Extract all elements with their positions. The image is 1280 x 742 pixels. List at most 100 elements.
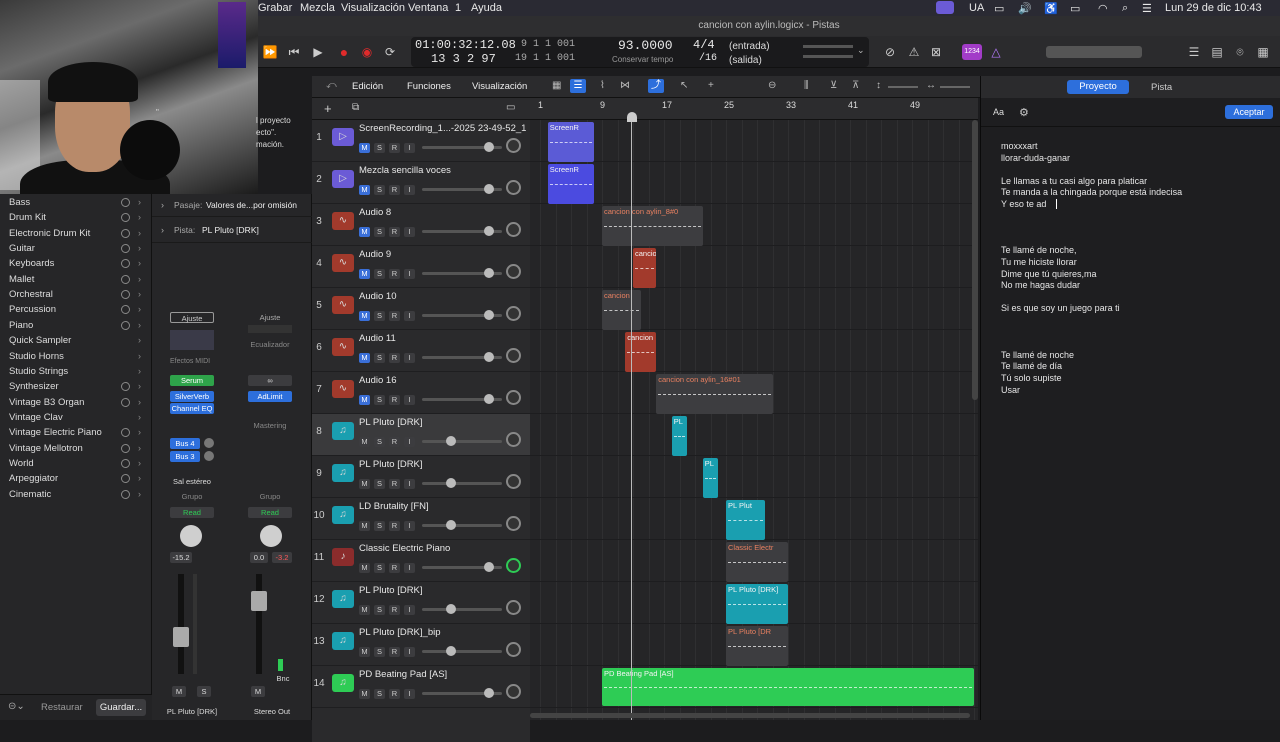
download-icon[interactable] <box>121 489 130 499</box>
library-item[interactable]: Synthesizer › <box>9 379 141 394</box>
pan-knob[interactable] <box>506 180 521 195</box>
volume-knob[interactable] <box>446 520 456 530</box>
volume-knob[interactable] <box>484 184 494 194</box>
download-icon[interactable] <box>121 443 130 453</box>
record-enable-button[interactable]: R <box>389 185 400 195</box>
tab-track[interactable]: Pista <box>1151 82 1172 93</box>
pan-knob[interactable] <box>506 600 521 615</box>
tab-project[interactable]: Proyecto <box>1067 80 1129 94</box>
mute-button[interactable]: M <box>359 605 370 615</box>
library-item[interactable]: Keyboards › <box>9 256 141 271</box>
region[interactable]: cancion con aylin_16#01 <box>656 374 773 414</box>
track-name[interactable]: ScreenRecording_1...-2025 23-49-52_1 <box>359 123 526 134</box>
ch1-setting-button[interactable]: Ajuste <box>170 312 214 323</box>
notes-icon[interactable]: ▤ <box>1209 44 1225 60</box>
ch1-plugin-slot-1[interactable]: SilverVerb <box>170 391 214 402</box>
flex-icon[interactable]: ⋈ <box>620 80 630 91</box>
duplicate-track-icon[interactable]: ⧉ <box>352 102 359 113</box>
record-enable-button[interactable]: R <box>389 353 400 363</box>
lcd-signature[interactable]: 4/4 <box>693 38 715 52</box>
library-item[interactable]: Mallet › <box>9 272 141 287</box>
track-type-icon[interactable]: ∿ <box>332 254 354 272</box>
pan-knob[interactable] <box>506 558 521 573</box>
track-type-icon[interactable]: ∿ <box>332 212 354 230</box>
volume-slider[interactable] <box>422 604 502 614</box>
browser-icon[interactable]: ▦ <box>1255 44 1271 60</box>
pan-knob[interactable] <box>506 306 521 321</box>
replace-icon[interactable]: ⊠ <box>928 44 944 60</box>
solo-button[interactable]: S <box>374 311 385 321</box>
track-value[interactable]: PL Pluto [DRK] <box>202 225 259 235</box>
track-name[interactable]: PL Pluto [DRK] <box>359 585 423 596</box>
master-volume-slider[interactable] <box>1046 46 1142 58</box>
input-monitor-button[interactable]: I <box>404 437 415 447</box>
record-enable-button[interactable]: R <box>389 689 400 699</box>
mute-button[interactable]: M <box>359 311 370 321</box>
solo-button[interactable]: S <box>374 605 385 615</box>
volume-knob[interactable] <box>484 352 494 362</box>
input-monitor-button[interactable]: I <box>404 689 415 699</box>
pan-knob[interactable] <box>506 474 521 489</box>
save-button[interactable]: Guardar... <box>96 699 146 716</box>
track-type-icon[interactable]: ♫ <box>332 506 354 524</box>
height-icon[interactable]: ↕ <box>876 80 881 91</box>
volume-knob[interactable] <box>484 394 494 404</box>
track-header[interactable]: 4 ∿ Audio 9 MSRI <box>312 246 530 288</box>
volume-icon[interactable]: 🔊 <box>1018 2 1032 15</box>
track-name[interactable]: PL Pluto [DRK] <box>359 459 423 470</box>
library-item[interactable]: Vintage B3 Organ › <box>9 395 141 410</box>
track-header[interactable]: 6 ∿ Audio 11 M S R I <box>312 330 530 372</box>
input-monitor-button[interactable]: I <box>404 521 415 531</box>
solo-mode-icon[interactable]: ⚠ <box>906 44 922 60</box>
download-icon[interactable] <box>121 382 130 392</box>
track-header[interactable]: 5 ∿ Audio 10 M S R I <box>312 288 530 330</box>
volume-slider[interactable] <box>422 562 502 572</box>
download-icon[interactable] <box>121 428 130 438</box>
solo-button[interactable]: S <box>374 521 385 531</box>
mute-button[interactable]: M <box>359 563 370 573</box>
catch-icon[interactable]: ⤴ <box>648 79 664 93</box>
menu-grabar[interactable]: Grabar <box>258 2 292 14</box>
display-icon[interactable]: ▭ <box>994 2 1004 15</box>
pan-knob[interactable] <box>506 516 521 531</box>
send-knob-icon[interactable] <box>204 451 214 461</box>
solo-button[interactable]: S <box>374 647 385 657</box>
wifi-icon[interactable]: ◠ <box>1098 2 1108 15</box>
region[interactable]: PD Beating Pad [AS] <box>602 668 974 706</box>
input-monitor-button[interactable]: I <box>404 227 415 237</box>
vertical-scrollbar[interactable] <box>972 120 978 400</box>
input-monitor-button[interactable]: I <box>404 143 415 153</box>
height-slider[interactable] <box>888 86 918 88</box>
ch1-plugin-slot-2[interactable]: Channel EQ <box>170 403 214 414</box>
cycle-icon[interactable]: ⟳ <box>382 44 398 60</box>
record-enable-button[interactable]: R <box>389 605 400 615</box>
volume-slider[interactable] <box>422 478 502 488</box>
track-name[interactable]: PL Pluto [DRK]_bip <box>359 627 441 638</box>
ch2-fader-track[interactable] <box>256 574 262 674</box>
record-icon[interactable]: ● <box>336 44 352 60</box>
ch1-mute[interactable]: M <box>172 686 186 697</box>
download-icon[interactable] <box>121 274 130 284</box>
chevron-right-icon[interactable]: › <box>161 200 164 210</box>
region[interactable]: cancion <box>602 290 641 330</box>
library-item[interactable]: Cinematic › <box>9 487 141 502</box>
library-item[interactable]: Quick Sampler › <box>9 333 141 348</box>
fast-forward-icon[interactable]: ⏩ <box>262 44 278 60</box>
pencil-tool-icon[interactable]: + <box>708 80 714 91</box>
volume-knob[interactable] <box>484 142 494 152</box>
ch1-automation[interactable]: Read <box>170 507 214 518</box>
functions-menu[interactable]: Funciones <box>407 81 451 92</box>
library-item[interactable]: Studio Strings › <box>9 364 141 379</box>
library-item[interactable]: Vintage Electric Piano › <box>9 425 141 440</box>
input-monitor-button[interactable]: I <box>404 311 415 321</box>
library-item[interactable]: Piano › <box>9 318 141 333</box>
mute-button[interactable]: M <box>359 689 370 699</box>
region[interactable]: cancion con aylin_8#0 <box>602 206 703 246</box>
track-name[interactable]: Audio 16 <box>359 375 397 386</box>
track-type-icon[interactable]: ▷ <box>332 170 354 188</box>
play-icon[interactable]: ▶ <box>310 44 326 60</box>
library-item[interactable]: Studio Horns › <box>9 349 141 364</box>
pan-knob[interactable] <box>506 138 521 153</box>
ch2-eq[interactable]: Ecualizador <box>248 339 292 350</box>
record-enable-button[interactable]: R <box>389 521 400 531</box>
